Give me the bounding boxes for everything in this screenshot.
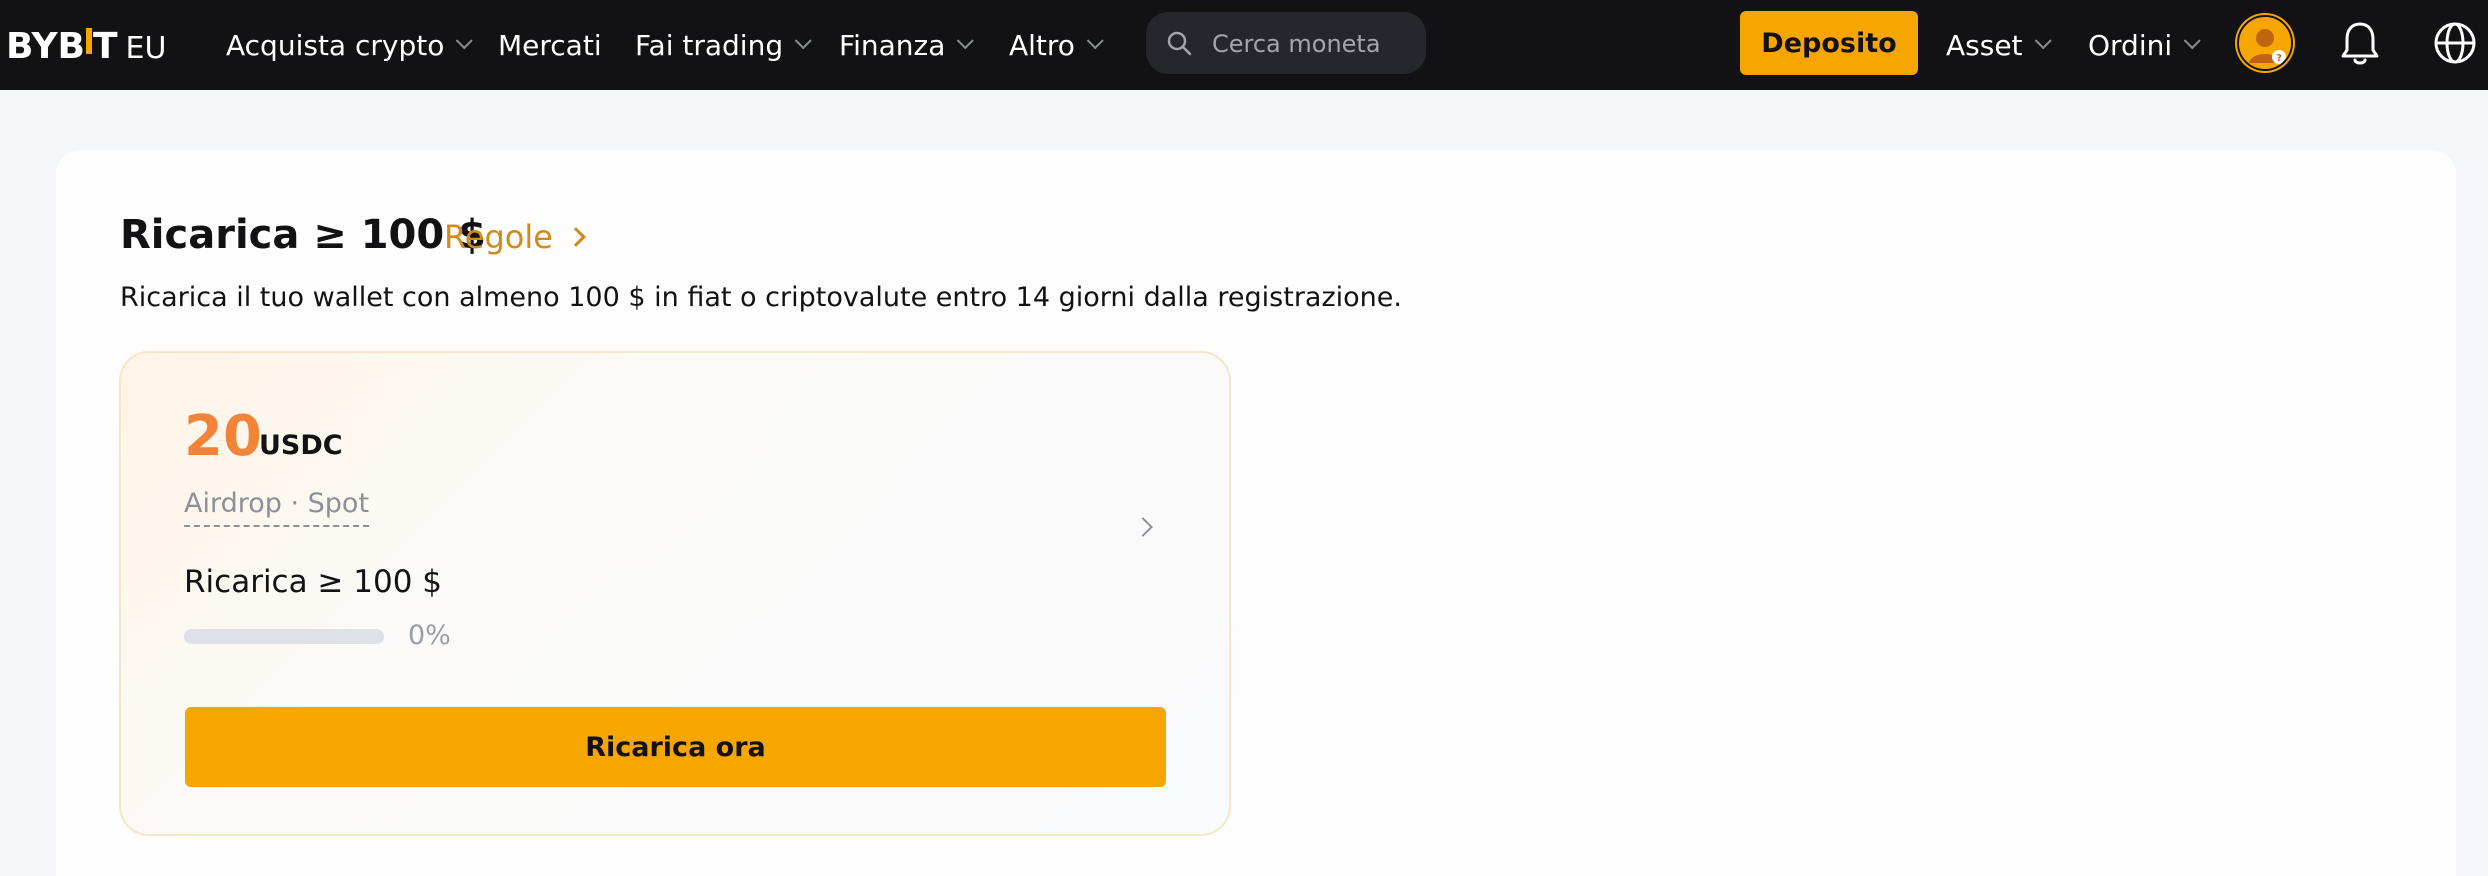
search-placeholder: Cerca moneta — [1212, 30, 1381, 58]
assets-label: Asset — [1946, 28, 2023, 62]
nav-label: Altro — [1009, 28, 1075, 62]
assets-menu[interactable]: Asset — [1946, 0, 2052, 90]
user-icon: ? — [2239, 17, 2291, 69]
chevron-down-icon — [2183, 32, 2201, 50]
rules-label: Regole — [444, 218, 553, 256]
nav-label: Mercati — [498, 28, 602, 62]
avatar[interactable]: ? — [2237, 15, 2293, 71]
logo-accent-bar — [85, 28, 92, 54]
reward-amount: 20 — [184, 404, 262, 469]
orders-menu[interactable]: Ordini — [2088, 0, 2201, 90]
logo-region: EU — [125, 31, 167, 66]
globe-icon[interactable] — [2432, 20, 2478, 66]
search-icon — [1167, 31, 1192, 56]
bybit-logo[interactable]: BYB T EU — [6, 26, 167, 67]
svg-text:?: ? — [2276, 53, 2282, 64]
chevron-down-icon — [1086, 32, 1104, 50]
chevron-down-icon — [794, 32, 812, 50]
nav-label: Finanza — [839, 28, 946, 62]
reward-currency: USDC — [259, 430, 343, 461]
orders-label: Ordini — [2088, 28, 2173, 62]
nav-label: Fai trading — [635, 28, 784, 62]
progress-percent: 0% — [408, 620, 451, 651]
nav-item-buy-crypto[interactable]: Acquista crypto — [226, 0, 474, 90]
top-navigation-bar: BYB T EU Acquista crypto Mercati Fai trad… — [0, 0, 2488, 90]
section-description: Ricarica il tuo wallet con almeno 100 $ … — [120, 282, 1402, 313]
deposit-button[interactable]: Deposito — [1740, 11, 1918, 75]
logo-text: BYB — [6, 26, 85, 67]
task-title: Ricarica ≥ 100 $ — [184, 564, 443, 600]
chevron-right-icon — [566, 227, 586, 247]
nav-label: Acquista crypto — [226, 28, 445, 62]
section-title: Ricarica ≥ 100 $ — [120, 212, 486, 258]
chevron-down-icon — [957, 32, 975, 50]
nav-item-more[interactable]: Altro — [1009, 0, 1104, 90]
progress-bar — [184, 629, 384, 644]
recharge-now-button[interactable]: Ricarica ora — [185, 707, 1166, 787]
nav-item-markets[interactable]: Mercati — [498, 0, 602, 90]
search-input[interactable]: Cerca moneta — [1146, 12, 1426, 74]
rules-link[interactable]: Regole — [444, 218, 586, 256]
nav-item-trade[interactable]: Fai trading — [635, 0, 812, 90]
chevron-down-icon — [456, 32, 474, 50]
logo-text-end: T — [92, 26, 118, 67]
reward-type-tooltip[interactable]: Airdrop · Spot — [184, 488, 370, 527]
chevron-down-icon — [2034, 32, 2052, 50]
nav-item-finance[interactable]: Finanza — [839, 0, 975, 90]
bell-icon[interactable] — [2338, 20, 2382, 68]
